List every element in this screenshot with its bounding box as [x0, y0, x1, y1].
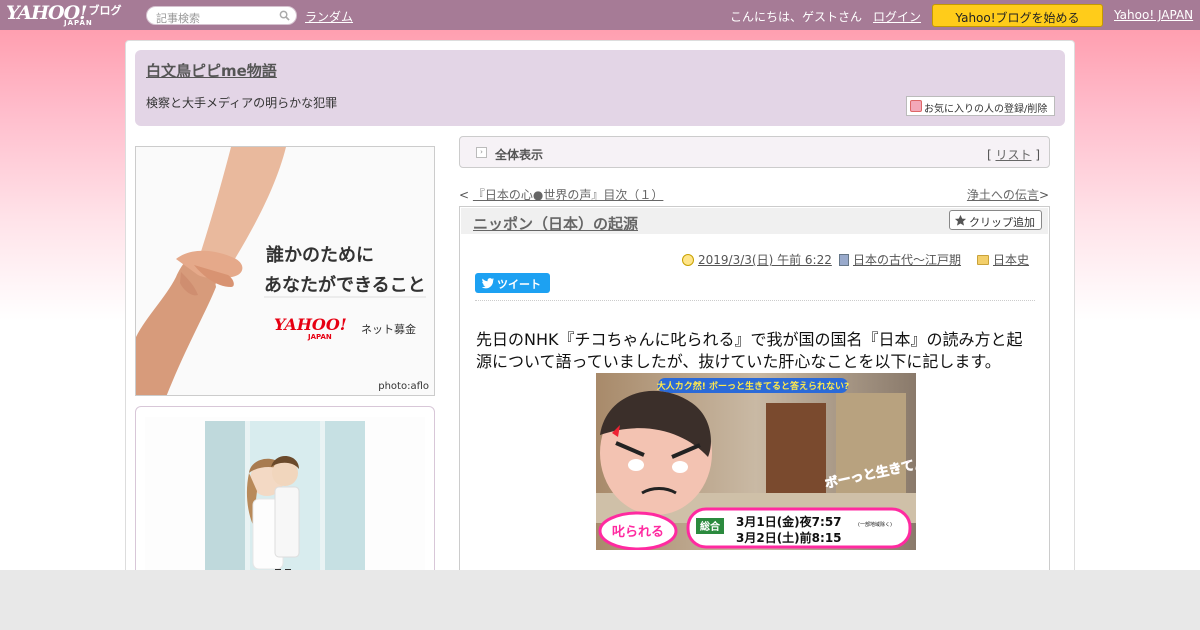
start-blog-button[interactable]: Yahoo!ブログを始める [932, 4, 1103, 27]
book-icon [839, 254, 849, 266]
blog-title[interactable]: 白文鳥ピピme物語 [146, 60, 277, 81]
profile-box [135, 406, 435, 587]
footer-area [0, 570, 1200, 630]
list-bracket-open: [ [986, 148, 992, 162]
blog-description: 検察と大手メディアの明らかな犯罪 [146, 96, 338, 110]
article-category: 日本の古代～江戸期 [839, 251, 961, 268]
main-container: 白文鳥ピピme物語 検察と大手メディアの明らかな犯罪 お気に入りの人の登録/削除… [125, 40, 1075, 587]
arrow-right-icon: › [476, 147, 487, 158]
prev-arrow: < [459, 188, 470, 202]
article-image[interactable]: 大人カク然! ボーっと生きてると答えられない? ボーっと生きてんじゃ 総合 3月… [596, 373, 916, 550]
donation-ad[interactable]: 誰かのために あなたができること YAHOO! JAPAN ネット募金 phot… [135, 146, 435, 396]
tweet-button[interactable]: ツイート [475, 273, 550, 293]
clip-add-label: クリップ追加 [969, 216, 1035, 229]
profile-inner [145, 417, 425, 587]
search-placeholder: 記事検索 [156, 12, 200, 25]
favorite-button[interactable]: お気に入りの人の登録/削除 [906, 96, 1055, 116]
article-date-link[interactable]: 2019/3/3(日) 午前 6:22 [698, 253, 832, 267]
list-bracket-close: ] [1035, 148, 1040, 162]
article: ニッポン（日本）の起源 クリップ追加 2019/3/3(日) 午前 6:22 日… [459, 206, 1050, 586]
search-icon[interactable] [279, 10, 290, 21]
article-category-link[interactable]: 日本の古代～江戸期 [853, 253, 961, 267]
list-link[interactable]: リスト [995, 148, 1031, 162]
tv-banner-text: 大人カク然! ボーっと生きてると答えられない? [657, 380, 849, 392]
list-view-toggle: [ リスト ] [987, 146, 1040, 163]
article-folder: 日本史 [977, 251, 1029, 268]
clock-icon [682, 254, 694, 266]
twitter-bird-icon [482, 278, 495, 289]
ad-line-1: 誰かのために [266, 245, 374, 266]
ad-yahoo-logo: YAHOO! [274, 315, 347, 334]
login-link[interactable]: ログイン [873, 8, 921, 25]
prev-article-title[interactable]: 『日本の心●世界の声』目次（１） [473, 188, 663, 202]
tv-channel-text: 総合 [700, 520, 721, 533]
yahoo-blog-logo[interactable]: YAHOO! ブログ JAPAN [6, 2, 122, 27]
next-arrow: > [1038, 188, 1049, 202]
logo-blog: ブログ [88, 4, 122, 17]
folder-icon [977, 255, 989, 265]
article-body: 先日のNHK『チコちゃんに叱られる』で我が国の国名『日本』の読み方と起源について… [476, 330, 1023, 371]
divider [475, 300, 1035, 301]
ad-line-2: あなたができること [264, 275, 426, 296]
star-icon [954, 214, 967, 226]
clip-add-button[interactable]: クリップ追加 [949, 210, 1042, 230]
favorite-label: お気に入りの人の登録/削除 [924, 104, 1048, 115]
next-article-link[interactable]: 浄土への伝言> [967, 186, 1049, 203]
ad-brand: ネット募金 [361, 323, 416, 336]
view-all-label[interactable]: 全体表示 [495, 146, 543, 163]
article-folder-link[interactable]: 日本史 [993, 253, 1029, 267]
random-link[interactable]: ランダム [305, 8, 353, 25]
heart-icon [910, 100, 922, 112]
view-nav: › 全体表示 [ リスト ] [459, 136, 1050, 168]
logo-japan: JAPAN [64, 19, 93, 27]
svg-text:叱られる: 叱られる [612, 524, 664, 540]
ad-credit: photo:aflo [378, 381, 429, 392]
article-date: 2019/3/3(日) 午前 6:22 [682, 251, 832, 268]
tv-date1-text: 3月1日(金)夜7:57 [736, 514, 842, 529]
prev-article-link[interactable]: < 『日本の心●世界の声』目次（１） [459, 186, 663, 203]
tv-date2-text: 3月2日(土)前8:15 [736, 530, 842, 545]
tweet-label: ツイート [497, 278, 541, 291]
yahoo-japan-link[interactable]: Yahoo! JAPAN [1114, 8, 1193, 22]
profile-avatar-image[interactable] [205, 421, 365, 581]
next-article-title[interactable]: 浄土への伝言 [967, 188, 1039, 202]
article-header: ニッポン（日本）の起源 クリップ追加 [461, 208, 1048, 234]
tv-date1-note: (一部地域除く) [858, 521, 892, 528]
blog-header: 白文鳥ピピme物語 検察と大手メディアの明らかな犯罪 お気に入りの人の登録/削除 [135, 50, 1065, 126]
top-bar: YAHOO! ブログ JAPAN 記事検索 ランダム こんにちは、ゲストさん ログ… [0, 0, 1200, 30]
ad-yahoo-japan: JAPAN [308, 333, 332, 341]
chiko-chan-promo-image: 大人カク然! ボーっと生きてると答えられない? ボーっと生きてんじゃ 総合 3月… [596, 373, 916, 550]
greeting-text: こんにちは、ゲストさん [730, 10, 863, 24]
search-input[interactable]: 記事検索 [146, 6, 297, 25]
article-title[interactable]: ニッポン（日本）の起源 [473, 213, 638, 234]
